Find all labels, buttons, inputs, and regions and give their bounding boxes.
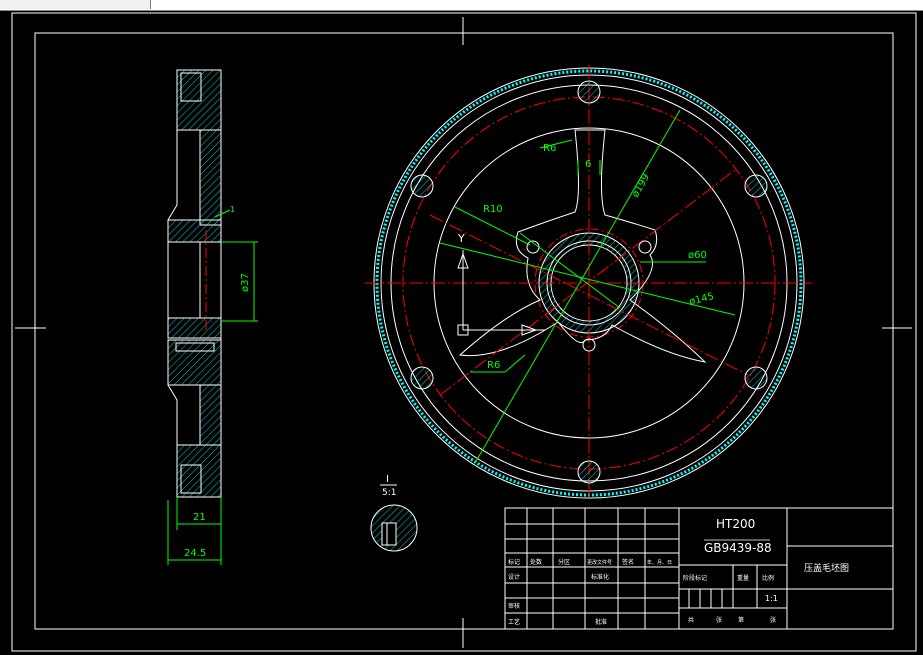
material-label: HT200 (716, 517, 755, 531)
row-label-sign: 签名 (622, 558, 634, 566)
label-stage: 阶段标记 (683, 574, 707, 582)
spoke-width-label: 6 (585, 159, 591, 170)
section-callout-id: I (386, 474, 389, 485)
label-weight: 重量 (737, 574, 749, 582)
front-view: R6 6 R10 R6 ø199 ø60 ø145 Y (365, 65, 812, 500)
row-label-count: 处数 (530, 558, 542, 566)
label-page: 第 (738, 616, 744, 624)
label-standardization: 标准化 (591, 573, 609, 581)
ucs-y-label: Y (457, 232, 465, 245)
drawing-name-label: 压盖毛坯图 (804, 562, 849, 574)
circle-holes-label: ø145 (688, 291, 715, 308)
bore-dimension-label: ø37 (240, 273, 251, 292)
row-label-doc: 更改文件号 (587, 559, 612, 566)
section-callout-scale: 5:1 (382, 488, 396, 498)
radius-r6-bottom-label: R6 (487, 360, 500, 371)
section-detail: I 5:1 (370, 474, 418, 552)
side-section-view: ø37 21 24.5 1 (167, 69, 258, 565)
leader-label: 1 (230, 205, 235, 214)
circle-large-label: ø199 (630, 172, 652, 199)
label-process: 工艺 (508, 618, 520, 626)
standard-label: GB9439-88 (704, 541, 772, 555)
cad-canvas[interactable]: ø37 21 24.5 1 R6 6 R10 R6 ø199 ø60 ø145 … (0, 0, 923, 655)
radius-r6-top-label: R6 (543, 143, 556, 154)
label-approve: 批准 (595, 618, 607, 626)
circle-hub-label: ø60 (688, 250, 707, 261)
row-label-date: 年、月、日 (647, 559, 672, 566)
row-label-mark: 标记 (508, 558, 520, 566)
row-label-zone: 分区 (558, 558, 570, 566)
label-design: 设计 (508, 573, 520, 581)
scale-label: 1:1 (765, 594, 778, 603)
label-ratio: 比例 (762, 574, 774, 582)
label-page-unit: 张 (770, 616, 776, 624)
label-sheet: 共 (688, 616, 694, 624)
label-sheet-unit: 张 (716, 616, 722, 624)
label-review: 审核 (508, 602, 520, 610)
thickness-outer-label: 24.5 (184, 548, 206, 559)
thickness-inner-label: 21 (193, 512, 206, 523)
radius-r10-label: R10 (483, 204, 503, 215)
